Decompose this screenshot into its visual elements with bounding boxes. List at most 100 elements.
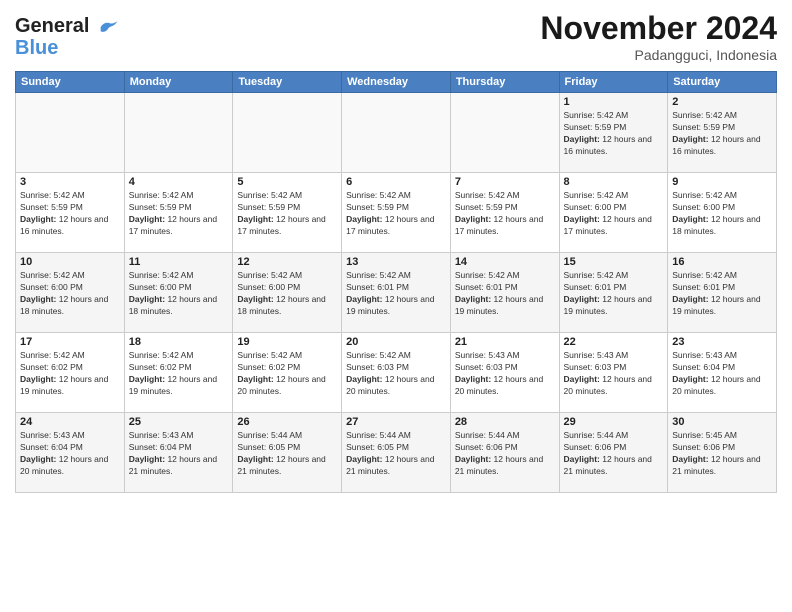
calendar-header-row: SundayMondayTuesdayWednesdayThursdayFrid… [16,72,777,93]
daylight-label: Daylight: [129,294,168,304]
logo-bird-icon [97,19,119,35]
calendar-day-cell: 21 Sunrise: 5:43 AMSunset: 6:03 PMDayligh… [450,333,559,413]
daylight-label: Daylight: [672,134,711,144]
day-info: Sunrise: 5:42 AMSunset: 6:02 PMDaylight:… [237,350,337,398]
calendar-day-cell [124,93,233,173]
calendar-day-cell: 8 Sunrise: 5:42 AMSunset: 6:00 PMDaylight… [559,173,668,253]
calendar-day-cell [16,93,125,173]
day-number: 8 [564,176,664,188]
calendar-day-header: Saturday [668,72,777,93]
calendar-day-cell: 3Sunrise: 5:42 AMSunset: 5:59 PMDaylight… [16,173,125,253]
daylight-label: Daylight: [564,134,603,144]
daylight-label: Daylight: [237,454,276,464]
calendar-day-header: Tuesday [233,72,342,93]
day-info: Sunrise: 5:42 AMSunset: 6:00 PMDaylight:… [129,270,229,318]
day-number: 21 [455,336,555,348]
calendar-day-cell: 13Sunrise: 5:42 AMSunset: 6:01 PMDayligh… [342,253,451,333]
title-area: November 2024 Padangguci, Indonesia [540,10,777,63]
day-number: 4 [129,176,229,188]
calendar-day-header: Friday [559,72,668,93]
day-number: 6 [346,176,446,188]
day-info: Sunrise: 5:42 AMSunset: 5:59 PMDaylight:… [20,190,120,238]
calendar-day-cell: 12Sunrise: 5:42 AMSunset: 6:00 PMDayligh… [233,253,342,333]
calendar-day-cell: 18 Sunrise: 5:42 AMSunset: 6:02 PMDayligh… [124,333,233,413]
day-number: 15 [564,256,664,268]
day-number: 1 [564,96,664,108]
day-number: 2 [672,96,772,108]
calendar-table: SundayMondayTuesdayWednesdayThursdayFrid… [15,71,777,493]
location-subtitle: Padangguci, Indonesia [540,47,777,63]
daylight-label: Daylight: [237,374,276,384]
calendar-day-cell: 19 Sunrise: 5:42 AMSunset: 6:02 PMDayligh… [233,333,342,413]
day-info: Sunrise: 5:42 AMSunset: 6:01 PMDaylight:… [672,270,772,318]
daylight-label: Daylight: [346,214,385,224]
calendar-week-row: 24Sunrise: 5:43 AMSunset: 6:04 PMDayligh… [16,413,777,493]
calendar-week-row: 1 Sunrise: 5:42 AMSunset: 5:59 PMDaylight… [16,93,777,173]
daylight-label: Daylight: [455,294,494,304]
day-number: 22 [564,336,664,348]
daylight-label: Daylight: [564,374,603,384]
daylight-label: Daylight: [455,374,494,384]
day-number: 25 [129,416,229,428]
calendar-day-cell: 24Sunrise: 5:43 AMSunset: 6:04 PMDayligh… [16,413,125,493]
day-info: Sunrise: 5:42 AMSunset: 6:01 PMDaylight:… [455,270,555,318]
day-number: 30 [672,416,772,428]
daylight-label: Daylight: [20,374,59,384]
calendar-week-row: 17Sunrise: 5:42 AMSunset: 6:02 PMDayligh… [16,333,777,413]
daylight-label: Daylight: [129,214,168,224]
day-info: Sunrise: 5:42 AMSunset: 6:02 PMDaylight:… [129,350,229,398]
logo-text-general: General [15,15,89,37]
day-info: Sunrise: 5:42 AMSunset: 6:00 PMDaylight:… [564,190,664,238]
day-info: Sunrise: 5:44 AMSunset: 6:05 PMDaylight:… [237,430,337,478]
calendar-week-row: 10 Sunrise: 5:42 AMSunset: 6:00 PMDayligh… [16,253,777,333]
calendar-day-cell [450,93,559,173]
daylight-label: Daylight: [346,454,385,464]
day-info: Sunrise: 5:42 AMSunset: 5:59 PMDaylight:… [672,110,772,158]
day-info: Sunrise: 5:42 AMSunset: 6:00 PMDaylight:… [237,270,337,318]
day-number: 16 [672,256,772,268]
day-info: Sunrise: 5:43 AMSunset: 6:03 PMDaylight:… [455,350,555,398]
day-info: Sunrise: 5:44 AMSunset: 6:06 PMDaylight:… [455,430,555,478]
day-number: 27 [346,416,446,428]
daylight-label: Daylight: [20,214,59,224]
day-number: 28 [455,416,555,428]
logo-text-blue: Blue [15,37,119,59]
daylight-label: Daylight: [129,374,168,384]
calendar-day-cell: 17Sunrise: 5:42 AMSunset: 6:02 PMDayligh… [16,333,125,413]
day-info: Sunrise: 5:42 AMSunset: 6:00 PMDaylight:… [672,190,772,238]
day-number: 18 [129,336,229,348]
calendar-week-row: 3Sunrise: 5:42 AMSunset: 5:59 PMDaylight… [16,173,777,253]
day-info: Sunrise: 5:42 AMSunset: 6:01 PMDaylight:… [346,270,446,318]
calendar-day-cell: 1Sunrise: 5:42 AMSunset: 5:59 PMDaylight… [559,93,668,173]
day-info: Sunrise: 5:42 AMSunset: 6:00 PMDaylight:… [20,270,120,318]
day-number: 10 [20,256,120,268]
day-number: 20 [346,336,446,348]
calendar-day-cell: 29 Sunrise: 5:44 AMSunset: 6:06 PMDayligh… [559,413,668,493]
calendar-day-cell: 4Sunrise: 5:42 AMSunset: 5:59 PMDaylight… [124,173,233,253]
day-info: Sunrise: 5:43 AMSunset: 6:04 PMDaylight:… [672,350,772,398]
daylight-label: Daylight: [564,294,603,304]
calendar-day-cell: 15Sunrise: 5:42 AMSunset: 6:01 PMDayligh… [559,253,668,333]
day-info: Sunrise: 5:44 AMSunset: 6:06 PMDaylight:… [564,430,664,478]
day-info: Sunrise: 5:43 AMSunset: 6:04 PMDaylight:… [20,430,120,478]
daylight-label: Daylight: [237,214,276,224]
daylight-label: Daylight: [672,214,711,224]
calendar-day-cell: 30Sunrise: 5:45 AMSunset: 6:06 PMDayligh… [668,413,777,493]
calendar-day-header: Wednesday [342,72,451,93]
day-info: Sunrise: 5:42 AMSunset: 6:02 PMDaylight:… [20,350,120,398]
calendar-day-header: Sunday [16,72,125,93]
calendar-day-header: Thursday [450,72,559,93]
calendar-day-cell: 7Sunrise: 5:42 AMSunset: 5:59 PMDaylight… [450,173,559,253]
page-container: General Blue November 2024 Padangguci, I… [0,0,792,503]
calendar-day-cell: 22Sunrise: 5:43 AMSunset: 6:03 PMDayligh… [559,333,668,413]
calendar-day-cell: 9 Sunrise: 5:42 AMSunset: 6:00 PMDaylight… [668,173,777,253]
day-number: 5 [237,176,337,188]
calendar-day-cell: 27Sunrise: 5:44 AMSunset: 6:05 PMDayligh… [342,413,451,493]
day-number: 9 [672,176,772,188]
day-info: Sunrise: 5:42 AMSunset: 5:59 PMDaylight:… [455,190,555,238]
calendar-day-cell: 6Sunrise: 5:42 AMSunset: 5:59 PMDaylight… [342,173,451,253]
day-number: 26 [237,416,337,428]
day-number: 19 [237,336,337,348]
day-number: 29 [564,416,664,428]
calendar-day-header: Monday [124,72,233,93]
